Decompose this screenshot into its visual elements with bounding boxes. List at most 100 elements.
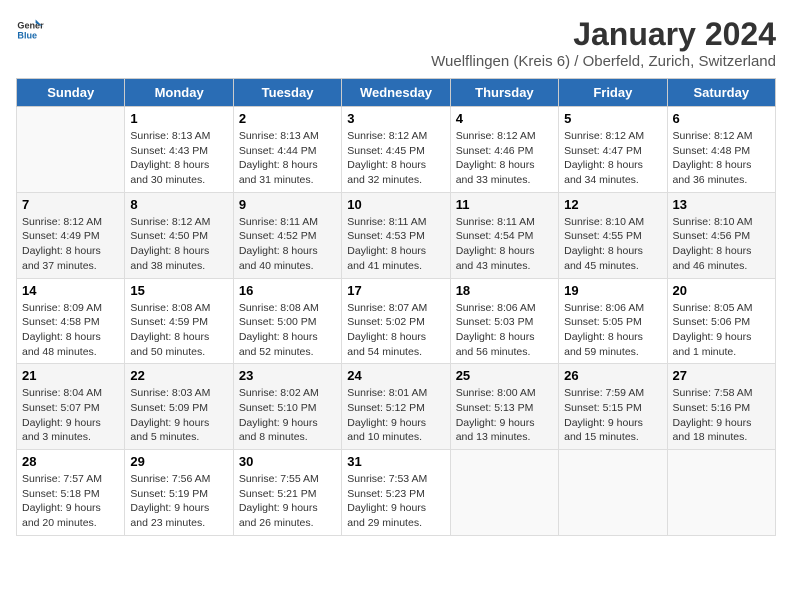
day-number: 8 bbox=[130, 197, 227, 212]
calendar-cell: 14Sunrise: 8:09 AMSunset: 4:58 PMDayligh… bbox=[17, 278, 125, 364]
day-number: 4 bbox=[456, 111, 553, 126]
day-info: Sunrise: 7:53 AMSunset: 5:23 PMDaylight:… bbox=[347, 472, 444, 531]
subtitle: Wuelflingen (Kreis 6) / Oberfeld, Zurich… bbox=[431, 53, 776, 70]
calendar-cell bbox=[667, 450, 775, 536]
day-number: 12 bbox=[564, 197, 661, 212]
day-info: Sunrise: 8:11 AMSunset: 4:53 PMDaylight:… bbox=[347, 215, 444, 274]
day-info: Sunrise: 8:08 AMSunset: 4:59 PMDaylight:… bbox=[130, 301, 227, 360]
header-wednesday: Wednesday bbox=[342, 79, 450, 107]
calendar-cell: 12 Sunrise: 8:10 AMSunset: 4:55 PMDayligh… bbox=[559, 192, 667, 278]
day-info: Sunrise: 8:08 AMSunset: 5:00 PMDaylight:… bbox=[239, 301, 336, 360]
calendar-cell: 7Sunrise: 8:12 AMSunset: 4:49 PMDaylight… bbox=[17, 192, 125, 278]
calendar-cell: 20 Sunrise: 8:05 AMSunset: 5:06 PMDayligh… bbox=[667, 278, 775, 364]
day-number: 9 bbox=[239, 197, 336, 212]
day-number: 22 bbox=[130, 368, 227, 383]
day-number: 19 bbox=[564, 283, 661, 298]
header-sunday: Sunday bbox=[17, 79, 125, 107]
day-number: 18 bbox=[456, 283, 553, 298]
header-tuesday: Tuesday bbox=[233, 79, 341, 107]
day-number: 3 bbox=[347, 111, 444, 126]
calendar-cell: 25 Sunrise: 8:00 AMSunset: 5:13 PMDayligh… bbox=[450, 364, 558, 450]
calendar-cell: 18Sunrise: 8:06 AMSunset: 5:03 PMDayligh… bbox=[450, 278, 558, 364]
day-number: 23 bbox=[239, 368, 336, 383]
day-info: Sunrise: 8:13 AMSunset: 4:44 PMDaylight:… bbox=[239, 129, 336, 188]
main-title: January 2024 bbox=[431, 16, 776, 53]
svg-text:General: General bbox=[17, 21, 44, 31]
day-info: Sunrise: 7:58 AMSunset: 5:16 PMDaylight:… bbox=[673, 386, 770, 445]
header-thursday: Thursday bbox=[450, 79, 558, 107]
week-row-4: 28 Sunrise: 7:57 AMSunset: 5:18 PMDayligh… bbox=[17, 450, 776, 536]
day-info: Sunrise: 8:09 AMSunset: 4:58 PMDaylight:… bbox=[22, 301, 119, 360]
calendar-body: 1 Sunrise: 8:13 AMSunset: 4:43 PMDaylight… bbox=[17, 107, 776, 536]
calendar-cell: 1 Sunrise: 8:13 AMSunset: 4:43 PMDaylight… bbox=[125, 107, 233, 193]
logo-icon: General Blue bbox=[16, 16, 44, 44]
calendar-cell: 15 Sunrise: 8:08 AMSunset: 4:59 PMDayligh… bbox=[125, 278, 233, 364]
day-number: 11 bbox=[456, 197, 553, 212]
week-row-1: 7Sunrise: 8:12 AMSunset: 4:49 PMDaylight… bbox=[17, 192, 776, 278]
calendar-cell: 2 Sunrise: 8:13 AMSunset: 4:44 PMDaylight… bbox=[233, 107, 341, 193]
day-info: Sunrise: 8:13 AMSunset: 4:43 PMDaylight:… bbox=[130, 129, 227, 188]
week-row-2: 14Sunrise: 8:09 AMSunset: 4:58 PMDayligh… bbox=[17, 278, 776, 364]
week-row-0: 1 Sunrise: 8:13 AMSunset: 4:43 PMDaylight… bbox=[17, 107, 776, 193]
day-info: Sunrise: 8:10 AMSunset: 4:56 PMDaylight:… bbox=[673, 215, 770, 274]
calendar-cell bbox=[17, 107, 125, 193]
logo: General Blue bbox=[16, 16, 44, 44]
week-row-3: 21 Sunrise: 8:04 AMSunset: 5:07 PMDayligh… bbox=[17, 364, 776, 450]
day-number: 26 bbox=[564, 368, 661, 383]
day-info: Sunrise: 8:11 AMSunset: 4:52 PMDaylight:… bbox=[239, 215, 336, 274]
day-info: Sunrise: 8:00 AMSunset: 5:13 PMDaylight:… bbox=[456, 386, 553, 445]
day-info: Sunrise: 8:01 AMSunset: 5:12 PMDaylight:… bbox=[347, 386, 444, 445]
day-info: Sunrise: 7:57 AMSunset: 5:18 PMDaylight:… bbox=[22, 472, 119, 531]
calendar-cell: 26 Sunrise: 7:59 AMSunset: 5:15 PMDayligh… bbox=[559, 364, 667, 450]
day-info: Sunrise: 8:07 AMSunset: 5:02 PMDaylight:… bbox=[347, 301, 444, 360]
day-info: Sunrise: 7:59 AMSunset: 5:15 PMDaylight:… bbox=[564, 386, 661, 445]
day-info: Sunrise: 7:55 AMSunset: 5:21 PMDaylight:… bbox=[239, 472, 336, 531]
calendar-cell: 30Sunrise: 7:55 AMSunset: 5:21 PMDayligh… bbox=[233, 450, 341, 536]
day-info: Sunrise: 8:04 AMSunset: 5:07 PMDaylight:… bbox=[22, 386, 119, 445]
day-number: 2 bbox=[239, 111, 336, 126]
day-number: 31 bbox=[347, 454, 444, 469]
day-number: 28 bbox=[22, 454, 119, 469]
day-number: 1 bbox=[130, 111, 227, 126]
day-info: Sunrise: 8:10 AMSunset: 4:55 PMDaylight:… bbox=[564, 215, 661, 274]
day-info: Sunrise: 8:06 AMSunset: 5:05 PMDaylight:… bbox=[564, 301, 661, 360]
calendar-cell: 4 Sunrise: 8:12 AMSunset: 4:46 PMDaylight… bbox=[450, 107, 558, 193]
calendar-cell: 29Sunrise: 7:56 AMSunset: 5:19 PMDayligh… bbox=[125, 450, 233, 536]
calendar-cell bbox=[559, 450, 667, 536]
day-info: Sunrise: 8:02 AMSunset: 5:10 PMDaylight:… bbox=[239, 386, 336, 445]
calendar-cell: 27 Sunrise: 7:58 AMSunset: 5:16 PMDayligh… bbox=[667, 364, 775, 450]
calendar-header: SundayMondayTuesdayWednesdayThursdayFrid… bbox=[17, 79, 776, 107]
calendar-cell: 11Sunrise: 8:11 AMSunset: 4:54 PMDayligh… bbox=[450, 192, 558, 278]
day-number: 25 bbox=[456, 368, 553, 383]
calendar-cell: 24 Sunrise: 8:01 AMSunset: 5:12 PMDayligh… bbox=[342, 364, 450, 450]
day-number: 21 bbox=[22, 368, 119, 383]
header-row: SundayMondayTuesdayWednesdayThursdayFrid… bbox=[17, 79, 776, 107]
calendar-cell: 21 Sunrise: 8:04 AMSunset: 5:07 PMDayligh… bbox=[17, 364, 125, 450]
header-friday: Friday bbox=[559, 79, 667, 107]
day-info: Sunrise: 8:03 AMSunset: 5:09 PMDaylight:… bbox=[130, 386, 227, 445]
day-info: Sunrise: 8:12 AMSunset: 4:50 PMDaylight:… bbox=[130, 215, 227, 274]
day-number: 7 bbox=[22, 197, 119, 212]
header-saturday: Saturday bbox=[667, 79, 775, 107]
calendar-cell: 19 Sunrise: 8:06 AMSunset: 5:05 PMDayligh… bbox=[559, 278, 667, 364]
calendar-cell: 8 Sunrise: 8:12 AMSunset: 4:50 PMDaylight… bbox=[125, 192, 233, 278]
day-number: 20 bbox=[673, 283, 770, 298]
calendar-cell: 23 Sunrise: 8:02 AMSunset: 5:10 PMDayligh… bbox=[233, 364, 341, 450]
calendar-cell: 13 Sunrise: 8:10 AMSunset: 4:56 PMDayligh… bbox=[667, 192, 775, 278]
day-number: 27 bbox=[673, 368, 770, 383]
day-info: Sunrise: 8:12 AMSunset: 4:47 PMDaylight:… bbox=[564, 129, 661, 188]
svg-text:Blue: Blue bbox=[17, 30, 37, 40]
day-number: 24 bbox=[347, 368, 444, 383]
day-number: 6 bbox=[673, 111, 770, 126]
day-number: 13 bbox=[673, 197, 770, 212]
day-number: 16 bbox=[239, 283, 336, 298]
calendar-cell: 5Sunrise: 8:12 AMSunset: 4:47 PMDaylight… bbox=[559, 107, 667, 193]
day-info: Sunrise: 8:05 AMSunset: 5:06 PMDaylight:… bbox=[673, 301, 770, 360]
day-info: Sunrise: 7:56 AMSunset: 5:19 PMDaylight:… bbox=[130, 472, 227, 531]
day-number: 15 bbox=[130, 283, 227, 298]
day-info: Sunrise: 8:12 AMSunset: 4:46 PMDaylight:… bbox=[456, 129, 553, 188]
calendar-cell bbox=[450, 450, 558, 536]
day-number: 10 bbox=[347, 197, 444, 212]
calendar-cell: 3Sunrise: 8:12 AMSunset: 4:45 PMDaylight… bbox=[342, 107, 450, 193]
day-number: 17 bbox=[347, 283, 444, 298]
